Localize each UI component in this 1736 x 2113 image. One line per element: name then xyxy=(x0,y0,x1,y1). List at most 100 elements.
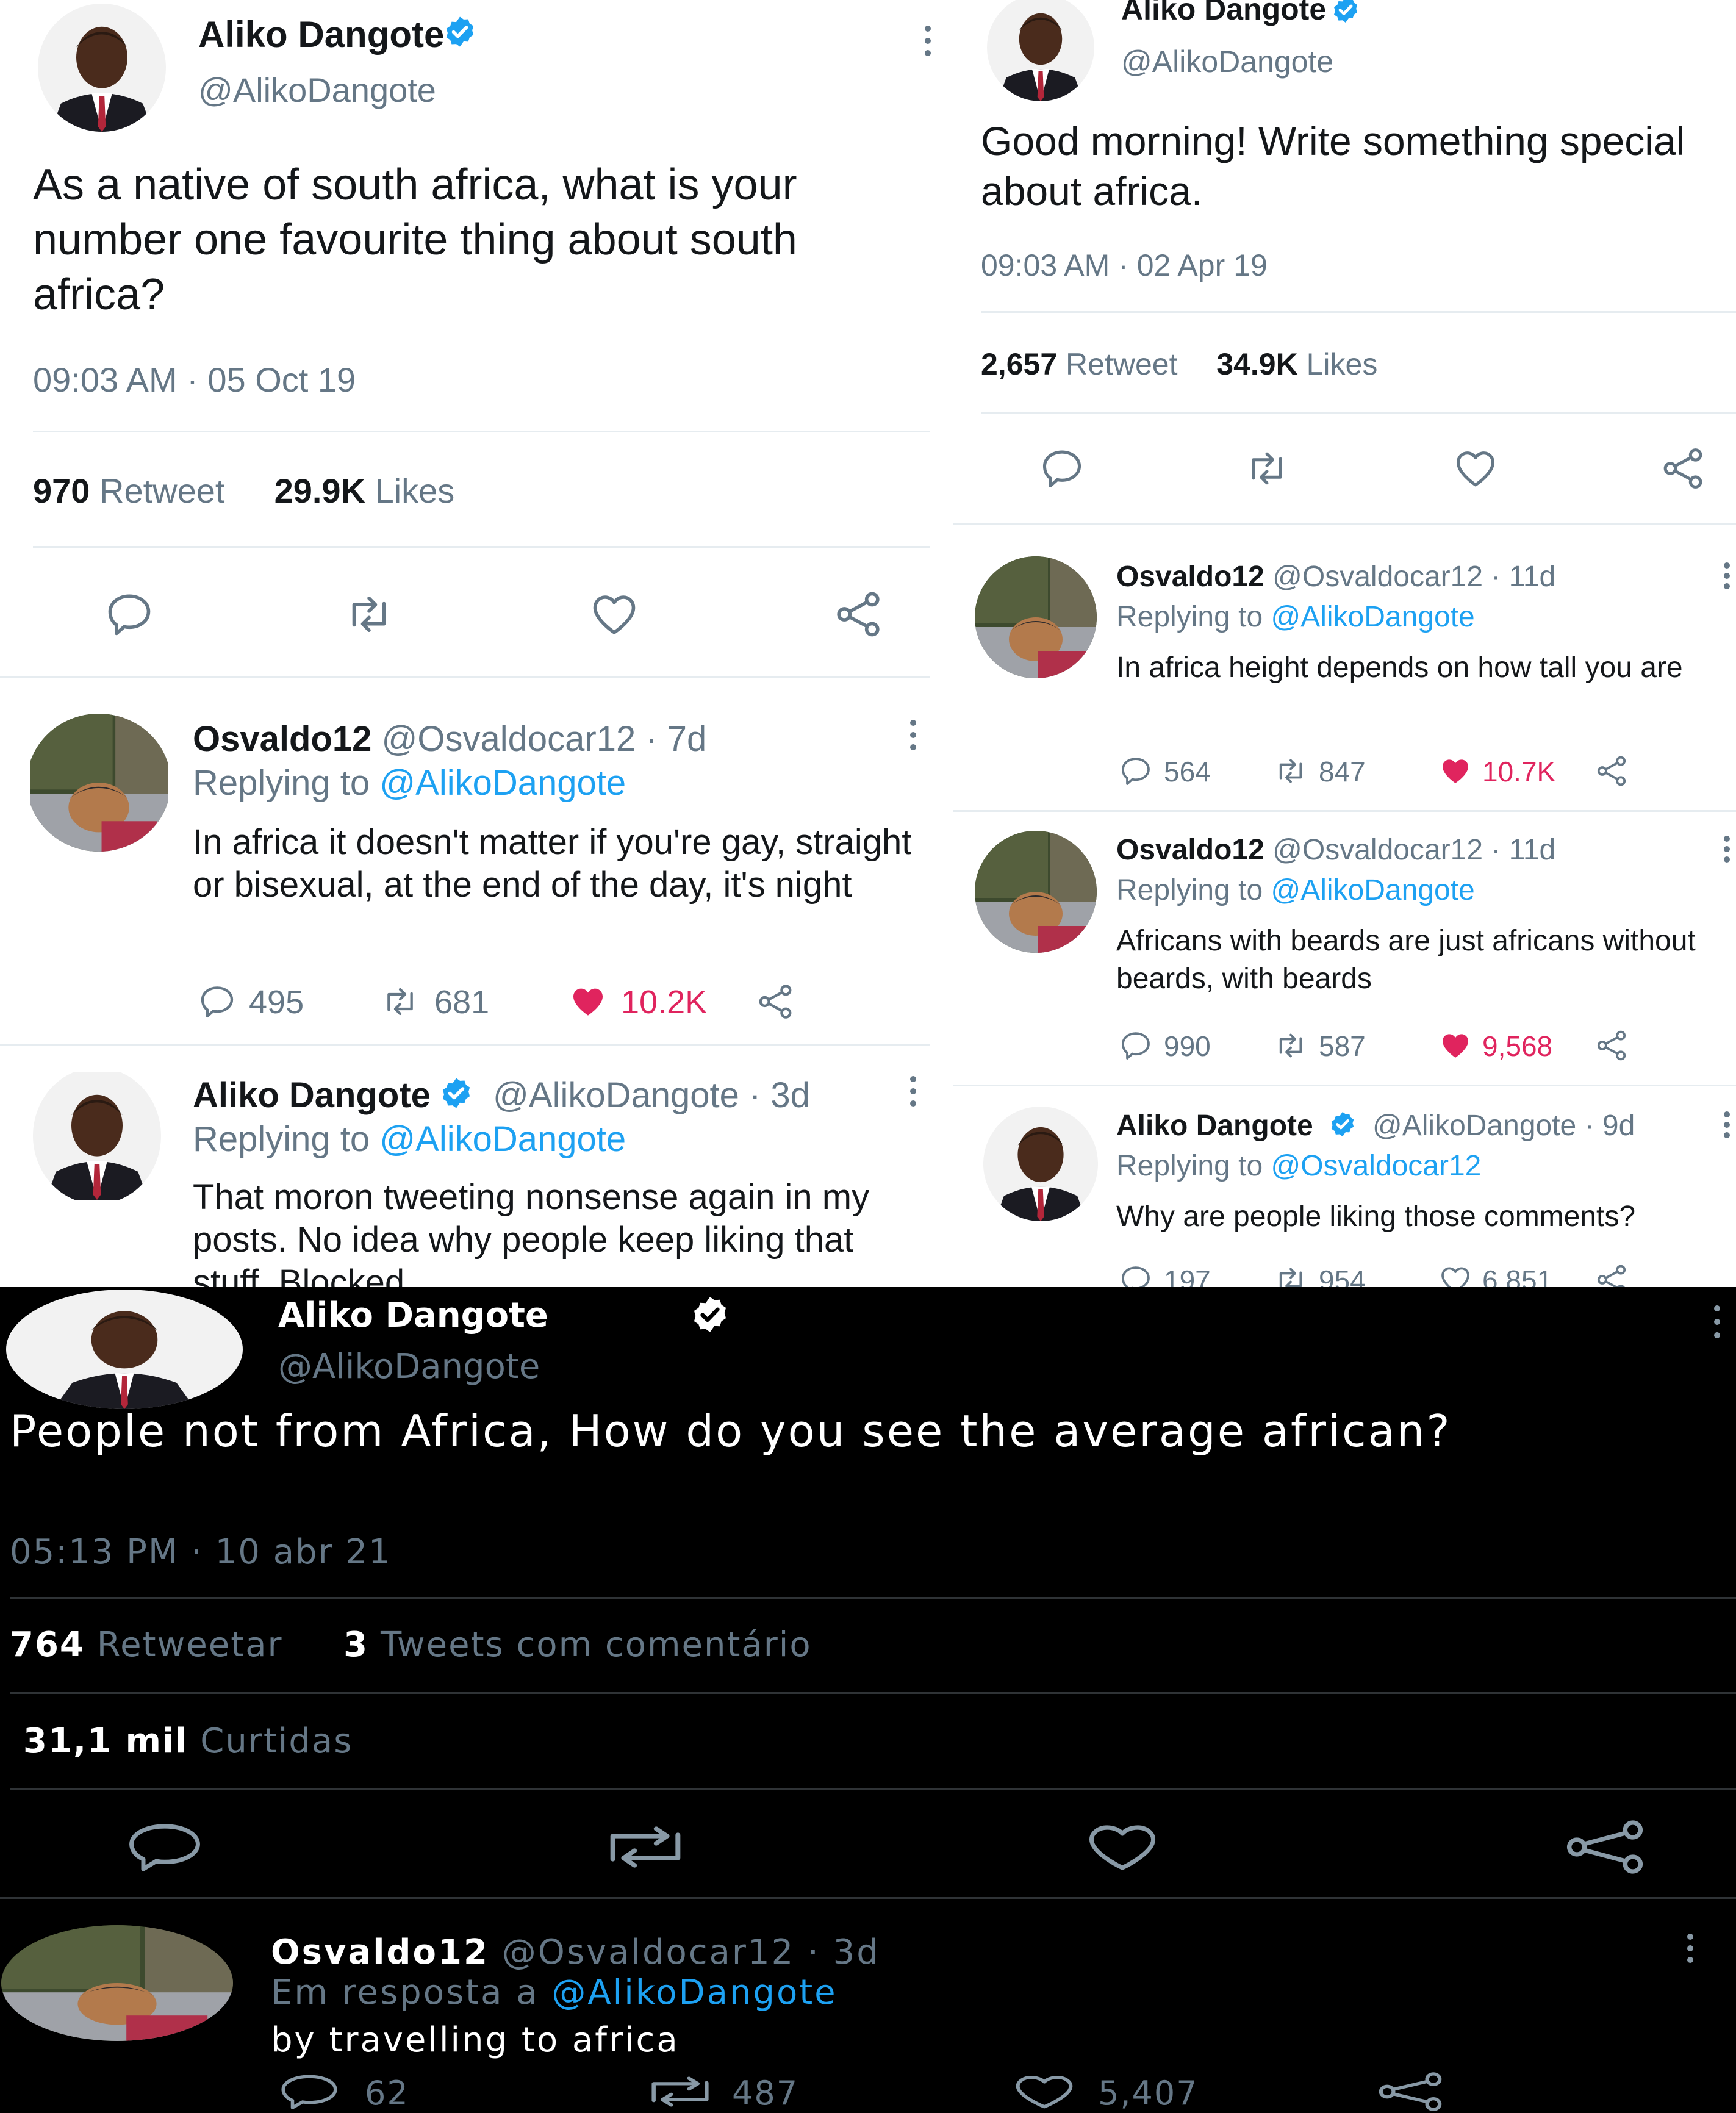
like-icon[interactable] xyxy=(1008,2070,1081,2113)
likes-count[interactable]: 29.9K xyxy=(274,472,365,510)
reply-handle-time[interactable]: @Osvaldocar12 · 11d xyxy=(1272,561,1555,593)
liked-heart-icon[interactable] xyxy=(1436,1028,1475,1063)
retweet-icon[interactable] xyxy=(1271,1028,1310,1063)
reply-handle-time[interactable]: @Osvaldocar12 · 3d xyxy=(502,1932,880,1972)
more-options-icon[interactable] xyxy=(924,26,932,56)
more-options-icon[interactable] xyxy=(1723,562,1731,589)
likes-count[interactable]: 31,1 mil xyxy=(23,1721,188,1761)
retweet-icon[interactable] xyxy=(342,589,396,640)
avatar-aliko[interactable] xyxy=(987,0,1094,101)
reply-icon[interactable] xyxy=(1038,445,1086,492)
replying-to-link[interactable]: @AlikoDangote xyxy=(1271,874,1474,906)
share-icon[interactable] xyxy=(1593,1028,1630,1063)
retweet-icon[interactable] xyxy=(1271,754,1310,788)
retweet-count[interactable]: 764 xyxy=(10,1625,85,1665)
retweet-label[interactable]: Retweetar xyxy=(97,1625,283,1665)
reply-author-name[interactable]: Osvaldo12 xyxy=(1116,834,1264,866)
share-icon[interactable] xyxy=(1659,445,1707,492)
retweet-icon[interactable] xyxy=(597,1818,694,1876)
tweet-stats: 2,657 Retweet 34.9K Likes xyxy=(981,346,1377,382)
share-icon[interactable] xyxy=(832,589,884,640)
author-handle[interactable]: @AlikoDangote xyxy=(198,70,436,110)
replying-to-line: Replying to @AlikoDangote xyxy=(193,762,626,803)
tweet-timestamp[interactable]: 09:03 AM · 02 Apr 19 xyxy=(981,248,1268,283)
reply-author-name[interactable]: Aliko Dangote xyxy=(1116,1109,1313,1143)
like-icon[interactable] xyxy=(587,589,642,640)
likes-label[interactable]: Likes xyxy=(1307,347,1378,381)
retweet-label[interactable]: Retweet xyxy=(99,472,224,510)
reply-count: 495 xyxy=(249,984,304,1021)
retweet-count[interactable]: 970 xyxy=(33,472,90,510)
reply-count: 990 xyxy=(1164,1030,1211,1062)
likes-count[interactable]: 34.9K xyxy=(1216,347,1297,381)
reply-author-name[interactable]: Osvaldo12 xyxy=(271,1932,489,1972)
reply-author-name[interactable]: Osvaldo12 xyxy=(1116,561,1264,593)
liked-heart-icon[interactable] xyxy=(1436,754,1475,788)
more-options-icon[interactable] xyxy=(909,1076,917,1107)
author-name[interactable]: Aliko Dangote xyxy=(278,1296,548,1335)
retweet-count[interactable]: 2,657 xyxy=(981,347,1057,381)
share-icon[interactable] xyxy=(1593,754,1630,788)
divider xyxy=(33,546,930,548)
reply-author-name[interactable]: Osvaldo12 xyxy=(193,719,371,759)
like-icon[interactable] xyxy=(1436,1263,1475,1287)
more-options-icon[interactable] xyxy=(1723,836,1731,863)
tweet-text: People not from Africa, How do you see t… xyxy=(10,1405,1452,1457)
reply-handle-time[interactable]: @Osvaldocar12 · 7d xyxy=(382,719,707,759)
share-icon[interactable] xyxy=(754,982,797,1021)
replying-to-link[interactable]: @AlikoDangote xyxy=(1271,601,1474,633)
like-icon[interactable] xyxy=(1080,1818,1165,1876)
replying-to-link[interactable]: @AlikoDangote xyxy=(551,1973,837,2012)
tweet-screenshot-africa-special: Aliko Dangote @AlikoDangote Good morning… xyxy=(953,0,1736,1287)
author-handle[interactable]: @AlikoDangote xyxy=(1121,44,1333,79)
share-icon[interactable] xyxy=(1593,1263,1630,1287)
reply-icon[interactable] xyxy=(1117,1263,1154,1287)
quote-count[interactable]: 3 xyxy=(343,1625,368,1665)
avatar-aliko[interactable] xyxy=(6,1290,243,1409)
reply-handle-time[interactable]: @AlikoDangote · 3d xyxy=(493,1075,810,1116)
retweet-icon[interactable] xyxy=(1242,445,1292,492)
share-icon[interactable] xyxy=(1372,2070,1448,2113)
avatar-aliko[interactable] xyxy=(38,4,166,132)
retweet-icon[interactable] xyxy=(1271,1263,1310,1287)
author-name[interactable]: Aliko Dangote xyxy=(198,13,444,56)
avatar-aliko[interactable] xyxy=(983,1107,1098,1221)
reply-icon[interactable] xyxy=(1117,1028,1154,1063)
replying-to-line: Replying to @AlikoDangote xyxy=(1116,600,1475,634)
retweet-icon[interactable] xyxy=(378,982,422,1021)
likes-label[interactable]: Likes xyxy=(375,472,455,510)
tweet-timestamp[interactable]: 09:03 AM · 05 Oct 19 xyxy=(33,360,356,400)
more-options-icon[interactable] xyxy=(909,720,917,750)
avatar-osvaldo[interactable] xyxy=(1,1925,233,2041)
retweet-label[interactable]: Retweet xyxy=(1066,347,1177,381)
more-options-icon[interactable] xyxy=(1686,1934,1695,1963)
reply-icon[interactable] xyxy=(1117,754,1154,788)
reply-text: Africans with beards are just africans w… xyxy=(1116,925,1696,995)
like-icon[interactable] xyxy=(1451,445,1501,492)
tweet-timestamp[interactable]: 05:13 PM · 10 abr 21 xyxy=(10,1532,392,1572)
retweet-icon[interactable] xyxy=(640,2070,720,2113)
avatar-osvaldo[interactable] xyxy=(975,831,1097,953)
avatar-osvaldo[interactable] xyxy=(27,714,171,852)
reply-icon[interactable] xyxy=(276,2070,343,2113)
author-handle[interactable]: @AlikoDangote xyxy=(278,1347,540,1387)
reply-icon[interactable] xyxy=(196,982,238,1021)
avatar-aliko[interactable] xyxy=(33,1067,161,1204)
reply-icon[interactable] xyxy=(104,589,155,640)
reply-author-name[interactable]: Aliko Dangote xyxy=(193,1075,431,1116)
share-icon[interactable] xyxy=(1559,1818,1651,1876)
reply-icon[interactable] xyxy=(122,1818,207,1876)
author-name[interactable]: Aliko Dangote xyxy=(1121,0,1326,27)
reply-handle-time[interactable]: @AlikoDangote · 9d xyxy=(1372,1109,1635,1143)
quote-label[interactable]: Tweets com comentário xyxy=(381,1625,812,1665)
divider xyxy=(0,1897,1736,1899)
liked-heart-icon[interactable] xyxy=(566,982,610,1021)
more-options-icon[interactable] xyxy=(1723,1111,1731,1138)
replying-to-link[interactable]: @AlikoDangote xyxy=(379,763,626,803)
reply-handle-time[interactable]: @Osvaldocar12 · 11d xyxy=(1272,834,1555,866)
avatar-osvaldo[interactable] xyxy=(975,556,1097,678)
replying-to-link[interactable]: @Osvaldocar12 xyxy=(1271,1150,1481,1182)
more-options-icon[interactable] xyxy=(1713,1305,1721,1338)
likes-label[interactable]: Curtidas xyxy=(200,1721,353,1761)
replying-to-link[interactable]: @AlikoDangote xyxy=(379,1119,626,1159)
